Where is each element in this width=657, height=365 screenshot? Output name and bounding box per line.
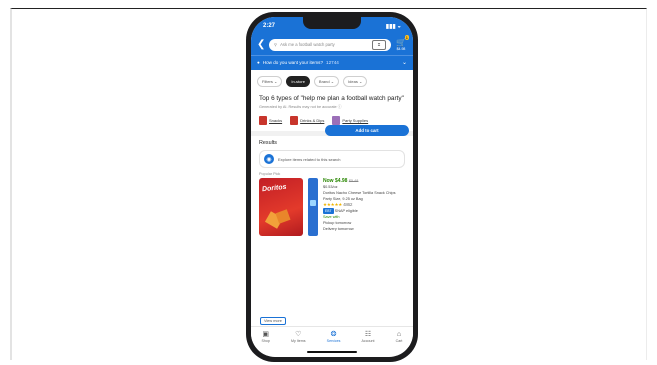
cart-button[interactable]: 🛒 1 $4.98 <box>395 35 409 51</box>
delivery-icon: ● <box>257 60 260 65</box>
type-label: Party Supplies <box>342 118 369 123</box>
filter-chips: Filters ⌄ In-store Brand ⌄ Ideas ⌄ <box>251 70 413 93</box>
location-pin-icon: ◉ <box>264 154 274 164</box>
tab-label: Cart <box>395 339 403 343</box>
product-name[interactable]: Doritos Nacho Cheese Tortilla Snack Chip… <box>323 190 405 202</box>
chip-filters[interactable]: Filters ⌄ <box>257 76 283 87</box>
tab-label: Account <box>361 339 375 343</box>
explore-related-link[interactable]: ◉ Explore items related to this search <box>259 150 405 168</box>
ai-summary-subtitle: Generated by AI. Results may not be accu… <box>259 105 342 109</box>
delivery-zip: 12744 <box>326 60 339 65</box>
search-row: ❮ ⚲ Ask me a football watch party ⌗ 🛒 1 … <box>257 35 409 51</box>
tab-account[interactable]: ☷ Account <box>362 327 375 347</box>
doritos-logo: Doritos <box>261 183 287 194</box>
bottom-tab-bar: ▣ Shop ♡ My Items ❂ Services ☷ Account ⌂… <box>251 326 413 347</box>
account-icon: ☷ <box>364 331 372 338</box>
status-icons: ▮▮▮ ◒ <box>385 23 401 30</box>
drinks-thumbnail <box>290 116 299 125</box>
heart-icon: ♡ <box>295 331 302 338</box>
tab-cart[interactable]: ⌂ Cart <box>396 327 403 347</box>
tab-my-items[interactable]: ♡ My Items <box>291 327 306 347</box>
type-label: Snacks <box>269 118 283 123</box>
party-thumbnail <box>332 116 341 125</box>
product-info: Now $4.98 $5.48 $0.53/oz Doritos Nacho C… <box>323 178 405 236</box>
search-icon: ⚲ <box>274 42 278 47</box>
phone-notch <box>303 17 361 29</box>
type-drinks-dips[interactable]: Drinks & Dips <box>290 116 324 125</box>
status-time: 2:27 <box>263 23 276 29</box>
type-label: Drinks & Dips <box>300 118 325 123</box>
snap-text: SNAP eligible <box>334 209 358 213</box>
chevron-down-icon: ⌄ <box>401 60 407 66</box>
stars-icon: ★★★★★ <box>323 202 343 207</box>
product-badge: Popular Pick <box>259 172 281 176</box>
tab-label: Shop <box>261 339 270 343</box>
cart-price: $4.98 <box>396 47 406 51</box>
cart-icon: 🛒 <box>396 38 406 47</box>
search-input[interactable]: ⚲ Ask me a football watch party ⌗ <box>269 38 391 51</box>
explore-text: Explore items related to this search <box>278 156 341 162</box>
type-snacks[interactable]: Snacks <box>259 116 282 125</box>
delivery-text: How do you want your items? <box>262 60 324 65</box>
view-more-button[interactable]: View more <box>260 317 286 325</box>
tab-label: My Items <box>291 339 306 343</box>
tab-shop[interactable]: ▣ Shop <box>262 327 270 347</box>
phone-screen: 2:27 ▮▮▮ ◒ ❮ ⚲ Ask me a football watch p… <box>251 17 413 357</box>
delivery-info: Delivery tomorrow <box>323 227 354 231</box>
review-count: 4862 <box>343 202 353 207</box>
services-icon: ❂ <box>330 331 337 338</box>
ai-summary-title: Top 6 types of "help me plan a football … <box>259 95 404 102</box>
product-row: Doritos Now $4.98 $5.48 $0.53/oz Doritos… <box>259 178 405 236</box>
product-card[interactable]: Popular Pick Doritos Now $4.98 $5.48 $0.… <box>251 168 413 240</box>
tab-label: Services <box>326 339 341 343</box>
search-placeholder: Ask me a football watch party <box>280 42 335 47</box>
chip-ideas[interactable]: Ideas ⌄ <box>343 76 368 87</box>
type-party-supplies[interactable]: Party Supplies <box>332 116 368 125</box>
home-indicator <box>307 351 357 353</box>
cart-tab-icon: ⌂ <box>396 331 402 338</box>
add-to-cart-button[interactable]: Add to cart <box>325 125 409 136</box>
scan-icon[interactable]: ⌗ <box>372 39 386 50</box>
product-image-secondary <box>308 178 318 236</box>
back-arrow-icon[interactable]: ❮ <box>257 39 265 50</box>
cart-count-badge: 1 <box>404 35 409 40</box>
chip-graphic <box>275 209 291 224</box>
product-image[interactable]: Doritos <box>259 178 303 236</box>
delivery-selector[interactable]: ● How do you want your items? 12744 ⌄ <box>251 55 413 70</box>
tab-services[interactable]: ❂ Services <box>327 327 341 347</box>
price-was: $5.48 <box>348 179 359 183</box>
results-heading: Results <box>259 140 277 146</box>
phone-device: 2:27 ▮▮▮ ◒ ❮ ⚲ Ask me a football watch p… <box>246 12 418 362</box>
app-header: ❮ ⚲ Ask me a football watch party ⌗ 🛒 1 … <box>251 35 413 55</box>
shop-icon: ▣ <box>262 331 270 338</box>
chip-in-store[interactable]: In-store <box>286 76 310 87</box>
snacks-thumbnail <box>259 116 267 125</box>
chip-brand[interactable]: Brand ⌄ <box>313 76 340 87</box>
ai-summary: Top 6 types of "help me plan a football … <box>251 93 413 112</box>
